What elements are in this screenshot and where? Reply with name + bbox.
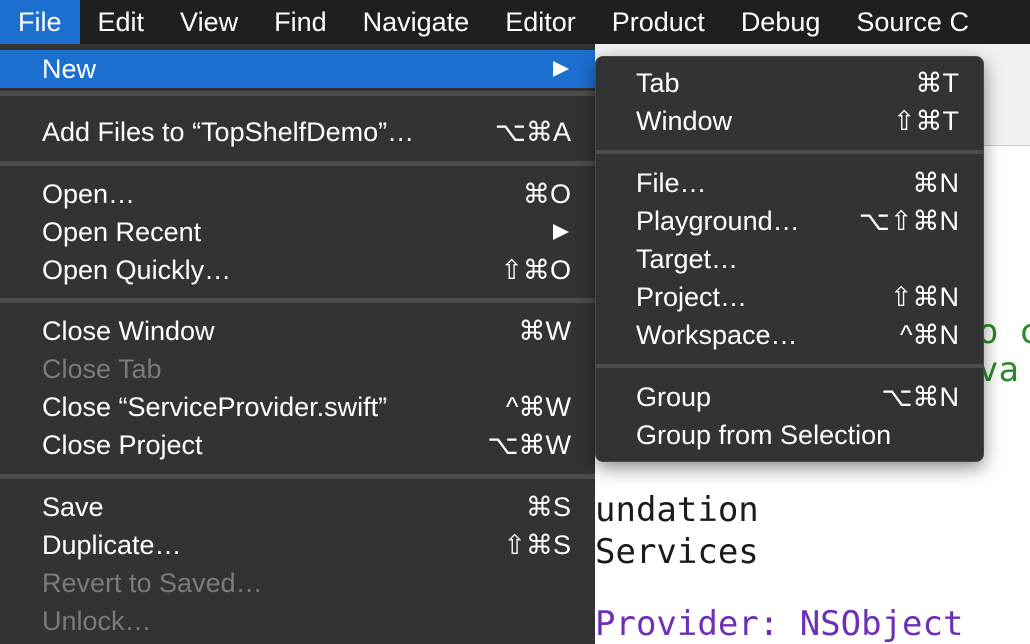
menu-item-shortcut: ⌥⌘A [494,117,571,147]
menu-item-label: Window [636,106,733,136]
menu-item-label: Open… [42,179,136,209]
menu-item-shortcut: ⇧⌘O [500,255,571,285]
menu-item-close-file[interactable]: Close “ServiceProvider.swift” ^⌘W [0,388,595,426]
menu-item-shortcut: ⌥⌘W [487,430,571,460]
menu-item-shortcut: ⇧⌘N [889,282,959,312]
menu-debug[interactable]: Debug [723,0,839,44]
menu-item-shortcut: ⌘S [525,492,571,522]
menu-item-label: Add Files to “TopShelfDemo”… [42,117,415,147]
menu-item-close-window[interactable]: Close Window ⌘W [0,312,595,350]
menu-file[interactable]: File [0,0,80,44]
menu-view[interactable]: View [162,0,256,44]
code-line: undation [595,490,759,530]
menu-separator [596,150,983,154]
menu-item-close-project[interactable]: Close Project ⌥⌘W [0,426,595,464]
menu-item-label: New [42,54,97,84]
code-line: Provider: NSObject [595,604,964,644]
file-menu: New Add Files to “TopShelfDemo”… ⌥⌘A Ope… [0,44,595,644]
menu-item-label: Target… [636,244,739,274]
menu-item-open[interactable]: Open… ⌘O [0,175,595,213]
menu-item-duplicate[interactable]: Duplicate… ⇧⌘S [0,526,595,564]
menu-item-shortcut: ⇧⌘T [892,106,959,136]
submenu-arrow-icon [553,224,569,240]
menu-separator [0,91,595,96]
menu-item-shortcut: ⌥⌘N [881,382,959,412]
menu-bar: File Edit View Find Navigate Editor Prod… [0,0,1030,44]
menu-item-label: Close “ServiceProvider.swift” [42,392,388,422]
submenu-item-tab[interactable]: Tab ⌘T [596,64,983,102]
submenu-arrow-icon [553,61,569,77]
menu-item-revert: Revert to Saved… [0,564,595,602]
menu-item-label: Workspace… [636,320,798,350]
menu-item-label: Playground… [636,206,800,236]
code-line: Services [595,532,759,572]
menu-item-label: Save [42,492,104,522]
menu-item-shortcut: ⌘O [522,179,571,209]
submenu-item-playground[interactable]: Playground… ⌥⇧⌘N [596,202,983,240]
menu-item-open-recent[interactable]: Open Recent [0,213,595,251]
menu-product[interactable]: Product [594,0,723,44]
new-submenu: Tab ⌘T Window ⇧⌘T File… ⌘N Playground… ⌥… [595,56,984,462]
menu-separator [0,161,595,166]
submenu-item-project[interactable]: Project… ⇧⌘N [596,278,983,316]
menu-item-shortcut: ^⌘W [505,392,571,422]
code-line: va [978,350,1019,390]
menu-item-shortcut: ⌘N [912,168,960,198]
menu-item-label: Close Window [42,316,215,346]
submenu-item-workspace[interactable]: Workspace… ^⌘N [596,316,983,354]
menu-item-label: Open Quickly… [42,255,232,285]
submenu-item-target[interactable]: Target… [596,240,983,278]
menu-item-save[interactable]: Save ⌘S [0,488,595,526]
submenu-item-window[interactable]: Window ⇧⌘T [596,102,983,140]
menu-item-shortcut: ⌘W [518,316,571,346]
menu-item-label: Tab [636,68,680,98]
submenu-item-group-from-selection[interactable]: Group from Selection [596,416,983,454]
menu-separator [0,474,595,479]
menu-item-add-files[interactable]: Add Files to “TopShelfDemo”… ⌥⌘A [0,113,595,151]
menu-item-shortcut: ⌘T [915,68,960,98]
menu-item-label: Unlock… [42,606,152,636]
submenu-item-file[interactable]: File… ⌘N [596,164,983,202]
menu-separator [0,298,595,303]
menu-item-open-quickly[interactable]: Open Quickly… ⇧⌘O [0,251,595,289]
menu-edit[interactable]: Edit [80,0,163,44]
menu-item-unlock: Unlock… [0,602,595,640]
menu-find[interactable]: Find [256,0,345,44]
submenu-item-group[interactable]: Group ⌥⌘N [596,378,983,416]
menu-item-shortcut: ^⌘N [899,320,959,350]
code-line: o c [978,312,1030,352]
menu-item-label: Open Recent [42,217,202,247]
menu-navigate[interactable]: Navigate [345,0,488,44]
menu-item-label: File… [636,168,707,198]
menu-item-label: Duplicate… [42,530,182,560]
menu-item-close-tab: Close Tab [0,350,595,388]
menu-separator [596,364,983,368]
menu-item-new[interactable]: New [0,50,595,88]
menu-editor[interactable]: Editor [487,0,594,44]
menu-item-label: Close Tab [42,354,162,384]
menu-item-label: Group from Selection [636,420,892,450]
menu-item-shortcut: ⇧⌘S [503,530,571,560]
menu-item-label: Group [636,382,712,412]
menu-item-label: Close Project [42,430,203,460]
menu-item-shortcut: ⌥⇧⌘N [858,206,959,236]
menu-item-label: Project… [636,282,748,312]
menu-source-control[interactable]: Source C [838,0,987,44]
menu-item-label: Revert to Saved… [42,568,263,598]
